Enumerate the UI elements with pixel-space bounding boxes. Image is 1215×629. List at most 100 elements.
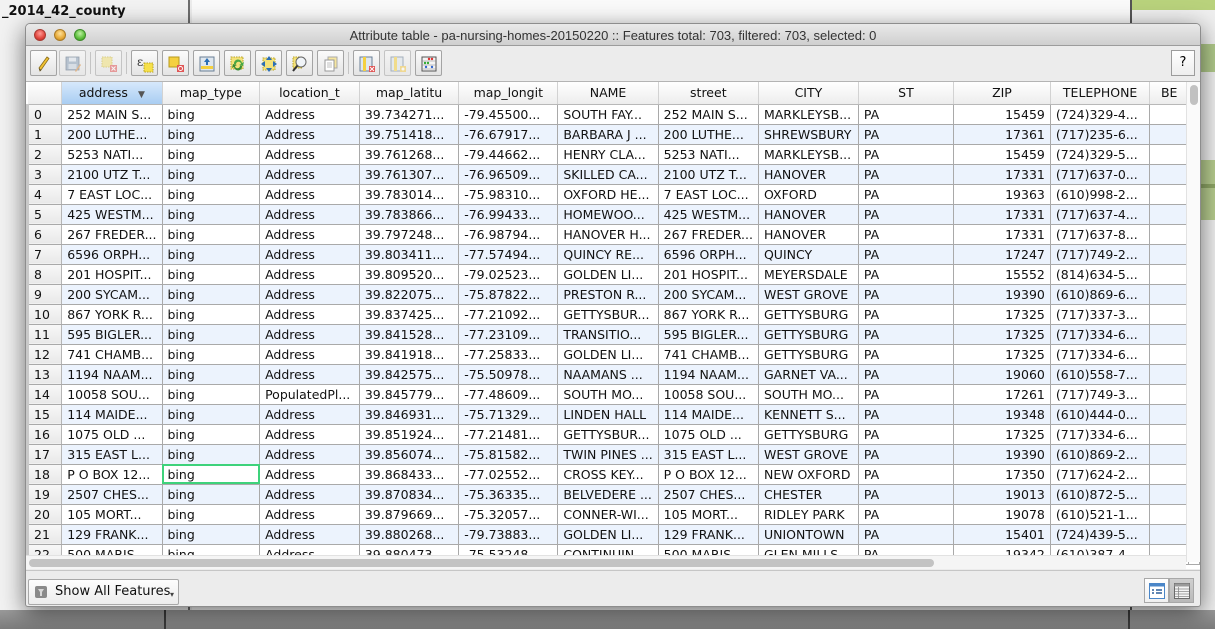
- row-header[interactable]: 10: [26, 304, 63, 325]
- cell-street[interactable]: 10058 SOU...: [658, 384, 759, 405]
- cell-map-latitu[interactable]: 39.880268...: [359, 524, 460, 545]
- cell-name[interactable]: HANOVER H...: [557, 224, 659, 245]
- cell-be[interactable]: [1149, 344, 1189, 365]
- cell-location-t[interactable]: Address: [259, 224, 360, 245]
- cell-name[interactable]: CONNER-WI...: [557, 504, 659, 525]
- cell-city[interactable]: WEST GROVE: [758, 284, 859, 305]
- cell-map-longit[interactable]: -75.98310...: [458, 184, 559, 205]
- cell-zip[interactable]: 17350: [953, 464, 1051, 485]
- table-row[interactable]: 47 EAST LOC... bing Address 39.783014... -75…: [26, 184, 1200, 205]
- cell-map-type[interactable]: bing: [162, 344, 261, 365]
- horizontal-scrollbar[interactable]: [26, 555, 1186, 569]
- cell-address[interactable]: 867 YORK R...: [61, 304, 163, 325]
- cell-map-type[interactable]: bing: [162, 164, 261, 185]
- cell-location-t[interactable]: Address: [259, 144, 360, 165]
- cell-telephone[interactable]: (717)235-6...: [1050, 124, 1151, 145]
- cell-city[interactable]: QUINCY: [758, 244, 859, 265]
- vertical-scroll-thumb[interactable]: [1190, 85, 1198, 105]
- cell-map-longit[interactable]: -77.57494...: [458, 244, 559, 265]
- cell-map-type[interactable]: bing: [162, 504, 261, 525]
- layer-label[interactable]: _2014_42_county: [2, 4, 126, 19]
- cell-telephone[interactable]: (717)334-6...: [1050, 344, 1151, 365]
- cell-be[interactable]: [1149, 464, 1189, 485]
- cell-address[interactable]: 10058 SOU...: [61, 384, 163, 405]
- cell-telephone[interactable]: (610)558-7...: [1050, 364, 1151, 385]
- cell-street[interactable]: 129 FRANK...: [658, 524, 759, 545]
- cell-location-t[interactable]: Address: [259, 184, 360, 205]
- cell-st[interactable]: PA: [858, 384, 955, 405]
- cell-name[interactable]: HENRY CLA...: [557, 144, 659, 165]
- form-view-button[interactable]: [1144, 578, 1169, 603]
- cell-location-t[interactable]: Address: [259, 524, 360, 545]
- cell-map-latitu[interactable]: 39.845779...: [359, 384, 460, 405]
- delete-column-button[interactable]: [353, 50, 380, 76]
- cell-location-t[interactable]: Address: [259, 444, 360, 465]
- cell-map-latitu[interactable]: 39.809520...: [359, 264, 460, 285]
- cell-location-t[interactable]: PopulatedPl...: [259, 384, 360, 405]
- cell-map-longit[interactable]: -75.32057...: [458, 504, 559, 525]
- cell-map-longit[interactable]: -79.44662...: [458, 144, 559, 165]
- cell-telephone[interactable]: (717)337-3...: [1050, 304, 1151, 325]
- cell-name[interactable]: HOMEWOO...: [557, 204, 659, 225]
- row-header[interactable]: 21: [26, 524, 63, 545]
- toggle-editing-button[interactable]: [30, 50, 57, 76]
- cell-location-t[interactable]: Address: [259, 304, 360, 325]
- cell-telephone[interactable]: (610)521-1...: [1050, 504, 1151, 525]
- cell-map-longit[interactable]: -75.71329...: [458, 404, 559, 425]
- cell-map-latitu[interactable]: 39.841528...: [359, 324, 460, 345]
- cell-street[interactable]: 105 MORT...: [658, 504, 759, 525]
- cell-be[interactable]: [1149, 284, 1189, 305]
- cell-map-type[interactable]: bing: [162, 244, 261, 265]
- cell-st[interactable]: PA: [858, 504, 955, 525]
- cell-name[interactable]: NAAMANS ...: [557, 364, 659, 385]
- cell-st[interactable]: PA: [858, 124, 955, 145]
- cell-be[interactable]: [1149, 384, 1189, 405]
- table-row[interactable]: 3 2100 UTZ T... bing Address 39.761307... -76…: [26, 164, 1200, 185]
- cell-be[interactable]: [1149, 264, 1189, 285]
- cell-map-type[interactable]: bing: [162, 184, 261, 205]
- cell-map-type[interactable]: bing: [162, 404, 261, 425]
- cell-map-latitu[interactable]: 39.761307...: [359, 164, 460, 185]
- cell-st[interactable]: PA: [858, 404, 955, 425]
- cell-name[interactable]: BARBARA J ...: [557, 124, 659, 145]
- cell-be[interactable]: [1149, 364, 1189, 385]
- cell-st[interactable]: PA: [858, 224, 955, 245]
- table-row[interactable]: 12 741 CHAMB... bing Address 39.841918... -77…: [26, 344, 1200, 365]
- horizontal-scroll-thumb[interactable]: [29, 559, 934, 567]
- cell-city[interactable]: KENNETT S...: [758, 404, 859, 425]
- cell-telephone[interactable]: (610)869-6...: [1050, 284, 1151, 305]
- cell-telephone[interactable]: (724)329-4...: [1050, 104, 1151, 125]
- table-row[interactable]: 0 252 MAIN S... bing Address 39.734271... -79…: [26, 104, 1200, 125]
- cell-map-type[interactable]: bing: [162, 324, 261, 345]
- cell-map-latitu[interactable]: 39.783014...: [359, 184, 460, 205]
- cell-telephone[interactable]: (717)624-2...: [1050, 464, 1151, 485]
- cell-location-t[interactable]: Address: [259, 504, 360, 525]
- cell-address[interactable]: 267 FREDER...: [61, 224, 163, 245]
- cell-map-type[interactable]: bing: [162, 464, 261, 485]
- cell-be[interactable]: [1149, 104, 1189, 125]
- cell-name[interactable]: OXFORD HE...: [557, 184, 659, 205]
- save-edits-button[interactable]: [59, 50, 86, 76]
- row-header[interactable]: 6: [26, 224, 63, 245]
- cell-map-longit[interactable]: -77.48609...: [458, 384, 559, 405]
- cell-city[interactable]: OXFORD: [758, 184, 859, 205]
- cell-st[interactable]: PA: [858, 244, 955, 265]
- cell-zip[interactable]: 19013: [953, 484, 1051, 505]
- cell-location-t[interactable]: Address: [259, 404, 360, 425]
- cell-zip[interactable]: 19363: [953, 184, 1051, 205]
- cell-map-type[interactable]: bing: [162, 384, 261, 405]
- cell-city[interactable]: HANOVER: [758, 164, 859, 185]
- cell-address[interactable]: 200 SYCAM...: [61, 284, 163, 305]
- cell-st[interactable]: PA: [858, 344, 955, 365]
- cell-address[interactable]: 595 BIGLER...: [61, 324, 163, 345]
- cell-map-latitu[interactable]: 39.761268...: [359, 144, 460, 165]
- cell-zip[interactable]: 19390: [953, 444, 1051, 465]
- table-row[interactable]: 14 10058 SOU... bing PopulatedPl... 39.84577…: [26, 384, 1200, 405]
- cell-be[interactable]: [1149, 184, 1189, 205]
- delete-selected-button[interactable]: [95, 50, 122, 76]
- cell-map-type[interactable]: bing: [162, 204, 261, 225]
- row-header[interactable]: 12: [26, 344, 63, 365]
- cell-street[interactable]: 315 EAST L...: [658, 444, 759, 465]
- cell-map-latitu[interactable]: 39.803411...: [359, 244, 460, 265]
- table-row[interactable]: 5 425 WESTM... bing Address 39.783866... -76.…: [26, 204, 1200, 225]
